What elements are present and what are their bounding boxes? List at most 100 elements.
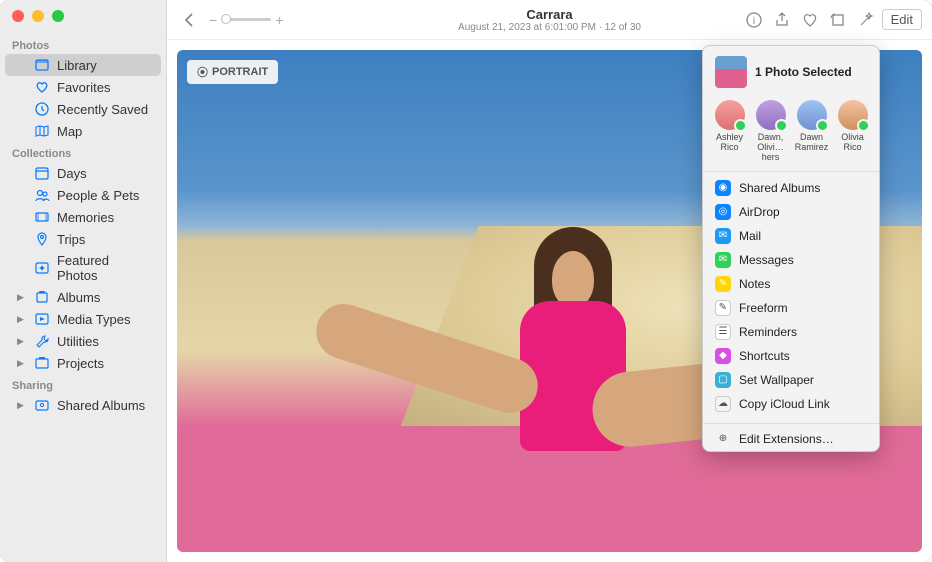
share-popover: 1 Photo Selected Ashley RicoDawn, Olivi…… xyxy=(702,45,880,452)
sidebar-item-favorites[interactable]: Favorites xyxy=(5,76,161,98)
sidebar-section-header: Collections xyxy=(0,142,166,162)
chevron-right-icon: ▶ xyxy=(17,336,27,347)
edit-extensions-item[interactable]: ⊕ Edit Extensions… xyxy=(703,427,879,451)
media-icon xyxy=(34,311,50,327)
sidebar-item-label: Favorites xyxy=(57,80,110,95)
sidebar-item-albums[interactable]: ▶ Albums xyxy=(5,286,161,308)
share-contact[interactable]: Olivia Rico xyxy=(833,100,873,163)
main-panel: − + Carrara August 21, 2023 at 6:01:00 P… xyxy=(167,0,932,562)
sidebar-item-label: Albums xyxy=(57,290,100,305)
photo-subtitle: August 21, 2023 at 6:01:00 PM · 12 of 30 xyxy=(458,22,641,33)
share-thumbnail xyxy=(715,56,747,88)
share-option-label: Notes xyxy=(739,277,770,291)
share-option-set-wallpaper[interactable]: ▢Set Wallpaper xyxy=(703,368,879,392)
app-icon: ◉ xyxy=(715,180,731,196)
close-button[interactable] xyxy=(12,10,24,22)
sidebar-item-trips[interactable]: Trips xyxy=(5,228,161,250)
maximize-button[interactable] xyxy=(52,10,64,22)
sidebar-item-projects[interactable]: ▶ Projects xyxy=(5,352,161,374)
minimize-button[interactable] xyxy=(32,10,44,22)
sidebar-item-label: Library xyxy=(57,58,97,73)
share-option-reminders[interactable]: ☰Reminders xyxy=(703,320,879,344)
sidebar-item-people-pets[interactable]: People & Pets xyxy=(5,184,161,206)
chevron-right-icon: ▶ xyxy=(17,292,27,303)
shared-icon xyxy=(34,397,50,413)
share-option-copy-icloud-link[interactable]: ☁ Copy iCloud Link xyxy=(703,392,879,416)
avatar xyxy=(715,100,745,130)
extensions-icon: ⊕ xyxy=(715,431,731,447)
sidebar-item-label: Recently Saved xyxy=(57,102,148,117)
share-contact[interactable]: Ashley Rico xyxy=(710,100,750,163)
favorite-button[interactable] xyxy=(798,8,822,32)
toolbar: − + Carrara August 21, 2023 at 6:01:00 P… xyxy=(167,0,932,40)
share-option-mail[interactable]: ✉ Mail xyxy=(703,224,879,248)
clock-icon xyxy=(34,101,50,117)
share-contact[interactable]: Dawn Ramirez xyxy=(792,100,832,163)
wrench-icon xyxy=(34,333,50,349)
heart-icon xyxy=(34,79,50,95)
chevron-right-icon: ▶ xyxy=(17,314,27,325)
share-option-shortcuts[interactable]: ◆Shortcuts xyxy=(703,344,879,368)
app-window: PhotosLibraryFavoritesRecently SavedMapC… xyxy=(0,0,932,562)
map-icon xyxy=(34,123,50,139)
avatar xyxy=(797,100,827,130)
sidebar-item-library[interactable]: Library xyxy=(5,54,161,76)
sidebar-item-label: People & Pets xyxy=(57,188,139,203)
sidebar-item-memories[interactable]: Memories xyxy=(5,206,161,228)
zoom-out-icon: − xyxy=(209,12,217,28)
chevron-right-icon: ▶ xyxy=(17,400,27,411)
share-option-messages[interactable]: ✉Messages xyxy=(703,248,879,272)
sidebar-item-media-types[interactable]: ▶ Media Types xyxy=(5,308,161,330)
contact-name: Dawn Ramirez xyxy=(792,133,832,153)
share-option-label: Set Wallpaper xyxy=(739,373,814,387)
app-icon: ✉ xyxy=(715,252,731,268)
library-icon xyxy=(34,57,50,73)
edit-button[interactable]: Edit xyxy=(882,9,922,30)
share-option-shared-albums[interactable]: ◉ Shared Albums xyxy=(703,176,879,200)
app-icon: ✉ xyxy=(715,228,731,244)
sidebar-item-map[interactable]: Map xyxy=(5,120,161,142)
sidebar-item-label: Trips xyxy=(57,232,85,247)
share-option-label: Shared Albums xyxy=(739,181,820,195)
window-controls xyxy=(0,6,166,34)
sidebar-item-label: Map xyxy=(57,124,82,139)
sidebar-item-label: Memories xyxy=(57,210,114,225)
share-button[interactable] xyxy=(770,8,794,32)
app-icon: ◆ xyxy=(715,348,731,364)
sidebar-item-recently-saved[interactable]: Recently Saved xyxy=(5,98,161,120)
sidebar-item-label: Projects xyxy=(57,356,104,371)
sidebar-item-utilities[interactable]: ▶Utilities xyxy=(5,330,161,352)
share-option-label: Mail xyxy=(739,229,761,243)
svg-text:i: i xyxy=(752,16,754,27)
share-option-airdrop[interactable]: ◎AirDrop xyxy=(703,200,879,224)
projects-icon xyxy=(34,355,50,371)
sidebar-item-label: Media Types xyxy=(57,312,130,327)
share-option-label: Freeform xyxy=(739,301,788,315)
pin-icon xyxy=(34,231,50,247)
autoenhance-button[interactable] xyxy=(854,8,878,32)
chevron-right-icon: ▶ xyxy=(17,358,27,369)
sidebar-item-days[interactable]: Days xyxy=(5,162,161,184)
share-option-notes[interactable]: ✎Notes xyxy=(703,272,879,296)
share-option-freeform[interactable]: ✎ Freeform xyxy=(703,296,879,320)
sidebar-item-featured-photos[interactable]: Featured Photos xyxy=(5,250,161,286)
back-button[interactable] xyxy=(177,8,201,32)
contact-name: Ashley Rico xyxy=(710,133,750,153)
calendar-icon xyxy=(34,165,50,181)
sidebar-item-shared-albums[interactable]: ▶ Shared Albums xyxy=(5,394,161,416)
avatar xyxy=(838,100,868,130)
portrait-badge: ⦿ PORTRAIT xyxy=(187,60,278,84)
share-option-label: Copy iCloud Link xyxy=(739,397,830,411)
info-button[interactable]: i xyxy=(742,8,766,32)
app-icon: ☁ xyxy=(715,396,731,412)
photo-title: Carrara xyxy=(458,7,641,22)
rotate-button[interactable] xyxy=(826,8,850,32)
zoom-slider[interactable]: − + xyxy=(209,12,283,28)
sidebar-item-label: Shared Albums xyxy=(57,398,145,413)
app-icon: ✎ xyxy=(715,300,731,316)
avatar xyxy=(756,100,786,130)
share-contact[interactable]: Dawn, Olivi…hers xyxy=(751,100,791,163)
sparkle-icon xyxy=(34,260,50,276)
share-option-label: Reminders xyxy=(739,325,797,339)
aperture-icon: ⦿ xyxy=(197,64,208,80)
